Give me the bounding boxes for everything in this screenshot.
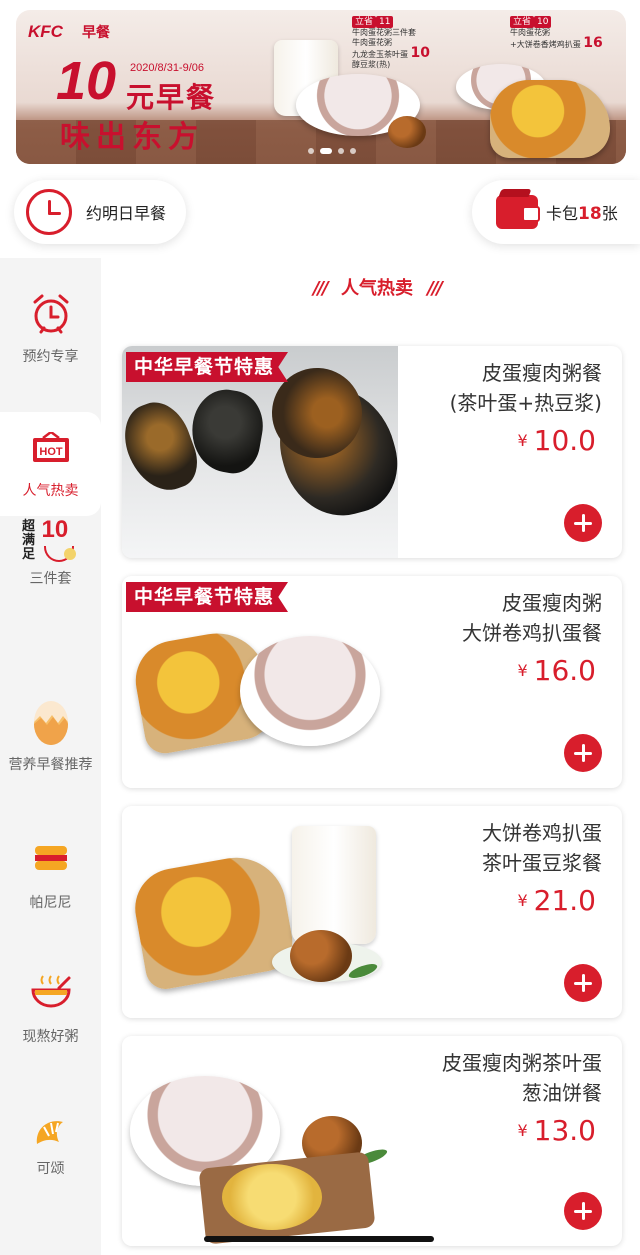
banner-headline-2: 味出东方 xyxy=(60,120,204,155)
banner-date: 2020/8/31-9/06 xyxy=(130,62,205,74)
banner-big-number: 10 xyxy=(56,51,117,111)
brand-subtitle: 早餐 xyxy=(82,25,110,41)
product-image xyxy=(122,806,398,1018)
promo-ribbon: 中华早餐节特惠 xyxy=(126,582,289,612)
product-name: 皮蛋瘦肉粥茶叶蛋 葱油饼餐 xyxy=(442,1051,602,1105)
product-card[interactable]: 大饼卷鸡扒蛋 茶叶蛋豆浆餐 ¥21.0 xyxy=(122,806,622,1018)
banner-offer-b: 立省 10 牛肉蛋花粥 +大饼卷香烤鸡扒蛋 16 xyxy=(510,16,603,51)
reserve-breakfast-button[interactable]: 约明日早餐 xyxy=(14,180,186,244)
product-card[interactable]: 皮蛋瘦肉粥茶叶蛋 葱油饼餐 ¥13.0 xyxy=(122,1036,622,1246)
sidebar-item-label: 预约专享 xyxy=(22,349,79,365)
brand-logo: KFC xyxy=(28,22,63,41)
add-to-cart-button[interactable] xyxy=(564,734,602,772)
card-wallet-button[interactable]: 卡包18张 xyxy=(472,180,640,244)
pagination-dot-active[interactable] xyxy=(320,148,332,154)
section-title: /// 人气热卖 /// xyxy=(292,274,462,300)
sidebar-item-label: 三件套 xyxy=(29,571,72,587)
product-name: 皮蛋瘦肉粥餐 (茶叶蛋+热豆浆) xyxy=(449,361,602,415)
pagination-dot[interactable] xyxy=(350,148,356,154)
product-image: 中华早餐节特惠 xyxy=(122,576,398,788)
sidebar-item-porridge[interactable]: 现熬好粥 xyxy=(0,962,101,1072)
hot-sign-icon: HOT xyxy=(32,432,69,462)
reserve-breakfast-label: 约明日早餐 xyxy=(86,204,167,223)
card-wallet-count: 18 xyxy=(578,204,602,224)
promo-banner[interactable]: KFC 早餐 10 2020/8/31-9/06 元早餐 味出东方 立省 11 牛… xyxy=(16,10,626,164)
pagination-dot[interactable] xyxy=(308,148,314,154)
product-image: 中华早餐节特惠 xyxy=(122,346,409,558)
product-price: ¥10.0 xyxy=(517,424,596,457)
section-title-deco-right: /// xyxy=(427,278,443,299)
product-name: 大饼卷鸡扒蛋 茶叶蛋豆浆餐 xyxy=(482,821,602,875)
sidebar-item-label: 人气热卖 xyxy=(22,483,79,499)
add-to-cart-button[interactable] xyxy=(564,504,602,542)
section-title-deco-left: /// xyxy=(312,278,329,299)
sidebar-item-croissant[interactable]: 可颂 xyxy=(0,1104,101,1214)
sidebar-item-label: 现熬好粥 xyxy=(22,1029,79,1045)
product-image xyxy=(122,1036,398,1246)
sidebar-item-combo[interactable]: 超满足 10 三件套 xyxy=(0,516,101,652)
sidebar-item-hot[interactable]: HOT 人气热卖 xyxy=(0,412,101,516)
product-card[interactable]: 中华早餐节特惠 皮蛋瘦肉粥 大饼卷鸡扒蛋餐 ¥16.0 xyxy=(122,576,622,788)
croissant-icon xyxy=(36,1121,63,1144)
sidebar-item-nutrition[interactable]: 营养早餐推荐 xyxy=(0,678,101,808)
product-price: ¥21.0 xyxy=(517,884,596,917)
clock-icon xyxy=(26,189,72,235)
tea-egg-image xyxy=(388,116,426,148)
section-title-text: 人气热卖 xyxy=(341,278,413,299)
product-card[interactable]: 中华早餐节特惠 皮蛋瘦肉粥餐 (茶叶蛋+热豆浆) ¥10.0 xyxy=(122,346,622,558)
sandwich-icon xyxy=(34,846,67,870)
category-sidebar: 预约专享 HOT 人气热卖 超满足 10 三件套 营养早餐推荐 帕尼尼 现熬好粥… xyxy=(0,258,101,1255)
porridge-bowl-icon xyxy=(30,975,71,1008)
product-name: 皮蛋瘦肉粥 大饼卷鸡扒蛋餐 xyxy=(462,591,602,645)
egg-icon xyxy=(33,701,68,745)
sidebar-item-label: 帕尼尼 xyxy=(29,895,72,911)
product-price: ¥16.0 xyxy=(517,654,596,687)
promo-ribbon: 中华早餐节特惠 xyxy=(126,352,289,382)
alarm-clock-icon xyxy=(33,294,68,334)
banner-pagination xyxy=(308,148,356,154)
sidebar-item-reserve[interactable]: 预约专享 xyxy=(0,262,101,412)
combo-10-icon: 超满足 10 xyxy=(20,516,82,576)
pagination-dot[interactable] xyxy=(338,148,344,154)
svg-text:HOT: HOT xyxy=(39,446,63,458)
wallet-icon xyxy=(496,195,540,229)
banner-headline-1: 元早餐 xyxy=(126,81,217,114)
sidebar-item-label: 营养早餐推荐 xyxy=(8,757,93,773)
sidebar-item-label: 可颂 xyxy=(36,1161,65,1177)
product-price: ¥13.0 xyxy=(517,1114,596,1147)
card-wallet-label: 卡包18张 xyxy=(546,204,618,224)
add-to-cart-button[interactable] xyxy=(564,964,602,1002)
wrap-image xyxy=(490,80,610,158)
home-indicator[interactable] xyxy=(204,1236,434,1242)
sidebar-item-panini[interactable]: 帕尼尼 xyxy=(0,828,101,938)
banner-offer-a: 立省 11 牛肉蛋花粥三件套 牛肉蛋花粥 九龙金玉茶叶蛋 10 醇豆浆(热) xyxy=(352,16,431,69)
add-to-cart-button[interactable] xyxy=(564,1192,602,1230)
